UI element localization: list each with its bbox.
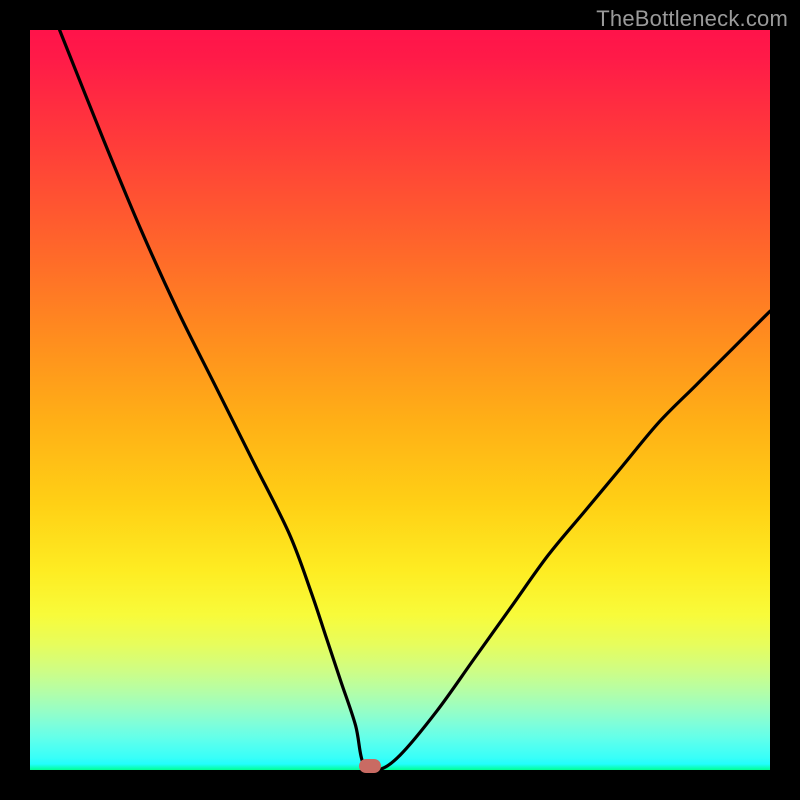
bottleneck-curve [30, 30, 770, 770]
watermark-text: TheBottleneck.com [596, 6, 788, 32]
optimal-point-marker [359, 759, 381, 773]
chart-container: TheBottleneck.com [0, 0, 800, 800]
plot-area [30, 30, 770, 770]
